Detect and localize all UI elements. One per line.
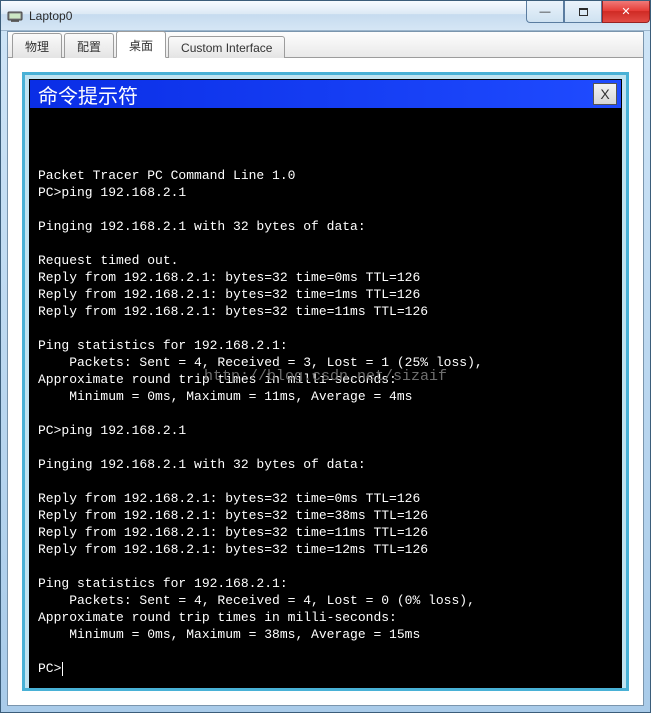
window-buttons: — ✕ (526, 1, 650, 23)
tab-strip: 物理配置桌面Custom Interface (8, 32, 643, 58)
maximize-icon (579, 8, 588, 16)
tab-1[interactable]: 配置 (64, 33, 114, 58)
command-prompt-title: 命令提示符 (38, 80, 138, 109)
tab-0[interactable]: 物理 (12, 33, 62, 58)
desktop-frame: 命令提示符 X Packet Tracer PC Command Line 1.… (22, 72, 629, 691)
tab-3[interactable]: Custom Interface (168, 36, 285, 58)
terminal-output[interactable]: Packet Tracer PC Command Line 1.0 PC>pin… (30, 108, 621, 689)
minimize-button[interactable]: — (526, 1, 564, 23)
desktop-panel: 命令提示符 X Packet Tracer PC Command Line 1.… (8, 58, 643, 705)
command-prompt-close-button[interactable]: X (593, 83, 617, 105)
tab-2[interactable]: 桌面 (116, 31, 166, 58)
app-icon (7, 8, 23, 24)
maximize-button[interactable] (564, 1, 602, 23)
terminal-cursor (62, 662, 63, 676)
watermark-text: http://blog.csdn.net/sizaif (30, 368, 621, 385)
app-window: Laptop0 — ✕ 物理配置桌面Custom Interface 命令提示符… (0, 0, 651, 713)
command-prompt-titlebar[interactable]: 命令提示符 X (30, 80, 621, 108)
client-area: 物理配置桌面Custom Interface 命令提示符 X Packet Tr… (7, 31, 644, 706)
window-title: Laptop0 (29, 9, 72, 23)
command-prompt-window: 命令提示符 X Packet Tracer PC Command Line 1.… (29, 79, 622, 690)
window-close-button[interactable]: ✕ (602, 1, 650, 23)
